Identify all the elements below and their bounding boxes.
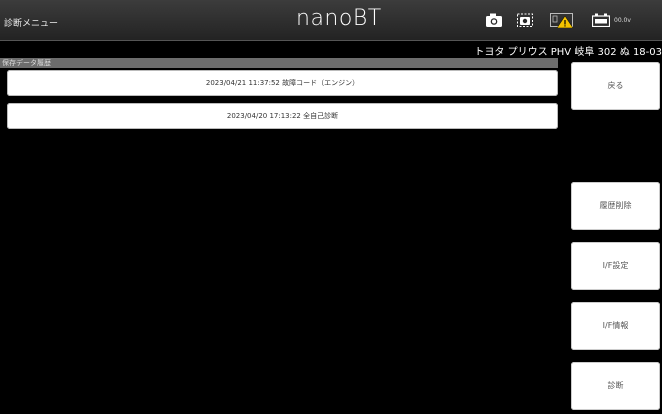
vehicle-info-bar: トヨタ プリウス PHV 岐阜 302 ぬ 18-03 xyxy=(0,41,662,59)
delete-history-button[interactable]: 履歴削除 xyxy=(571,182,660,230)
app-title: nanoBT xyxy=(296,6,382,31)
section-label-text: 保存データ履歴 xyxy=(2,59,51,67)
if-settings-button[interactable]: I/F設定 xyxy=(571,242,660,290)
section-label: 保存データ履歴 xyxy=(0,58,558,68)
menu-title: 診断メニュー xyxy=(4,19,59,29)
voltage-readout: 00.0v xyxy=(614,17,631,24)
camera-icon[interactable] xyxy=(486,10,502,30)
screenshot-icon[interactable] xyxy=(517,10,533,30)
diagnosis-button[interactable]: 診断 xyxy=(571,362,660,410)
vehicle-info: トヨタ プリウス PHV 岐阜 302 ぬ 18-03 xyxy=(474,47,662,58)
battery-icon xyxy=(592,10,610,30)
history-item[interactable]: 2023/04/20 17:13:22 全自己診断 xyxy=(7,103,558,129)
back-button[interactable]: 戻る xyxy=(571,62,660,110)
adapter-warning-icon[interactable] xyxy=(550,10,576,30)
top-header: 診断メニュー nanoBT 00.0v xyxy=(0,0,662,41)
history-item[interactable]: 2023/04/21 11:37:52 故障コード（エンジン） xyxy=(7,70,558,96)
if-info-button[interactable]: I/F情報 xyxy=(571,302,660,350)
